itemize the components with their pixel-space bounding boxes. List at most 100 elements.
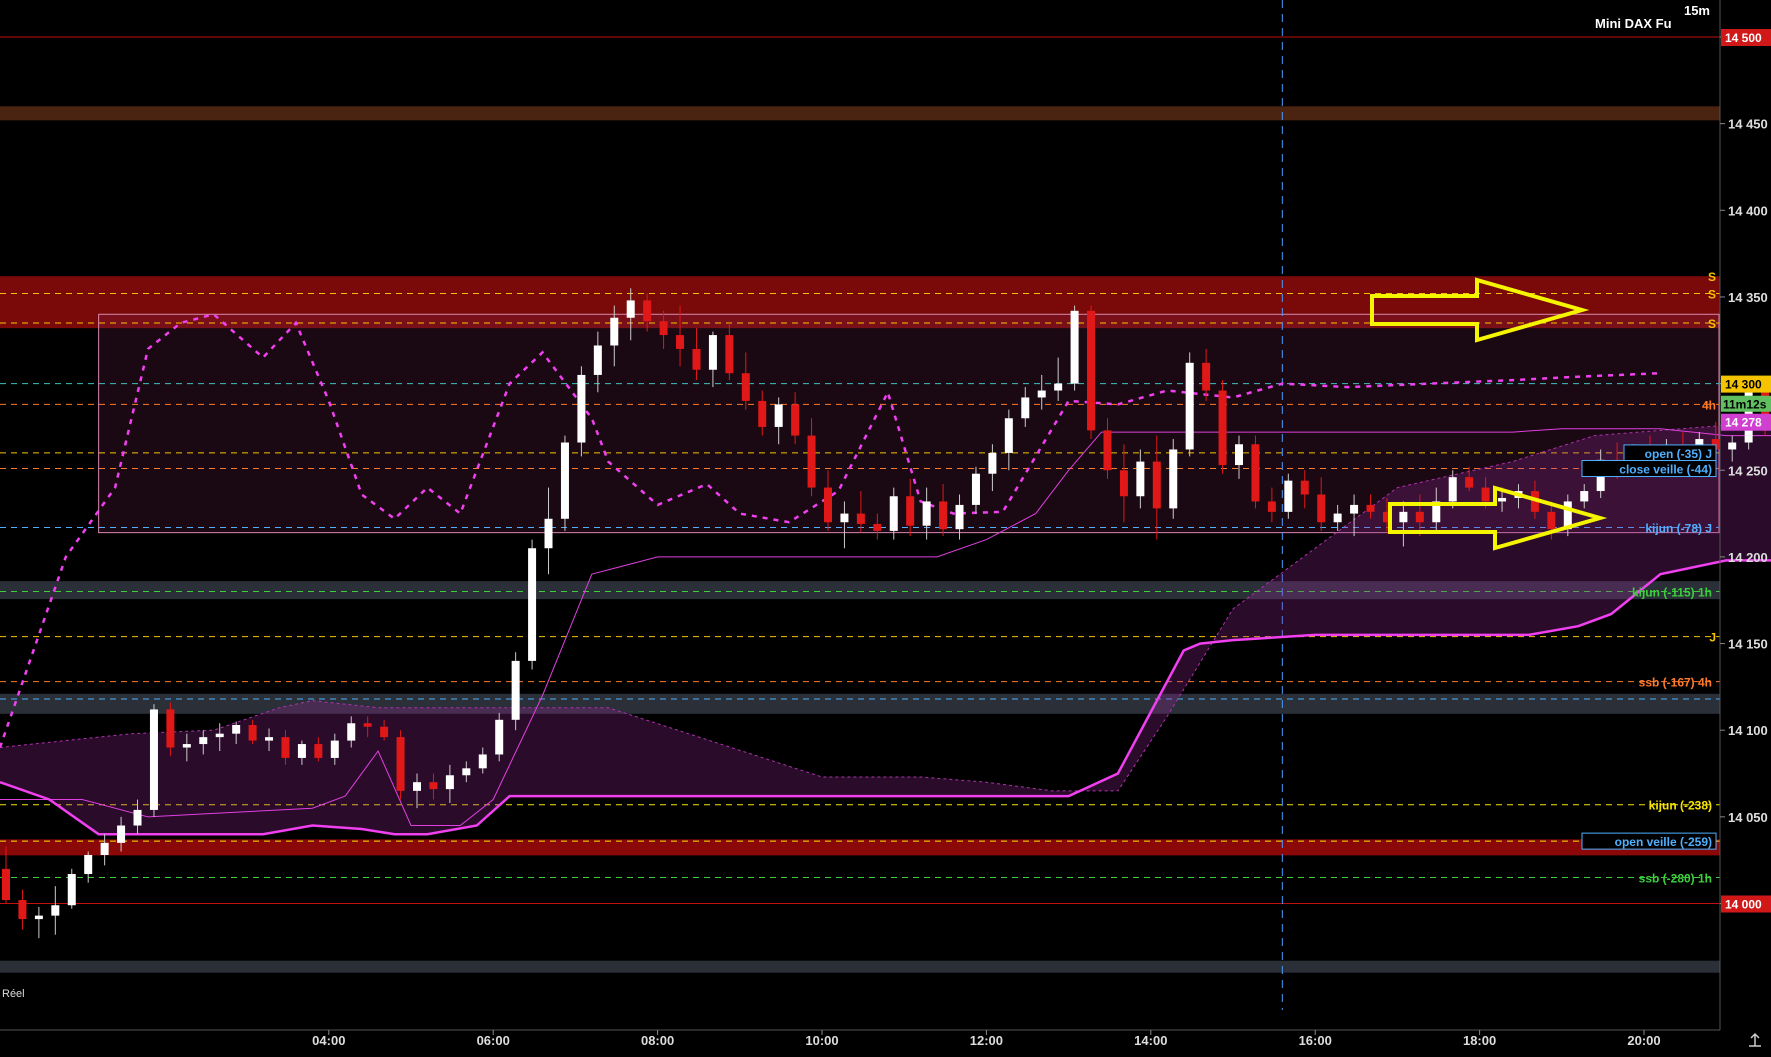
candle [495,712,504,762]
candle-body [413,782,421,791]
candle [1251,435,1260,509]
candle-body [117,825,126,843]
candle [1087,305,1096,440]
candle [84,851,93,883]
candle-body [1399,511,1408,523]
x-tick-label: 16:00 [1299,1033,1332,1048]
candle-body [199,737,208,745]
candle-body [791,404,800,436]
candle-body [396,737,405,791]
candle [51,886,60,935]
level-label: ssb (-167) 4h [1639,676,1712,690]
candle-body [1037,390,1046,398]
support-zone [0,839,1720,856]
candle-body [347,723,356,741]
level-label: close veille (-44) [1619,463,1712,477]
candle-body [840,513,849,523]
candle-body [643,300,652,322]
level-label: kijun (-115) 1h [1632,586,1712,600]
trading-chart[interactable]: open J14 500 14 450 14 400 14 350 14 300 14 2… [0,0,1771,1052]
candle-body [1317,494,1326,523]
candle-body [1004,418,1013,453]
level-label: open (-35) J [1645,447,1712,461]
candle-body [330,740,339,758]
candle-body [1136,461,1145,497]
candle-body [1448,477,1457,502]
candle-body [626,300,635,318]
level-label: open veille (-259) [1615,835,1712,849]
candle-body [807,435,816,488]
resize-icon[interactable] [1745,1030,1765,1050]
candle [528,539,537,670]
candle-body [1235,444,1243,466]
candle-body [380,726,389,738]
candle-body [2,868,10,901]
level-label: kijun (-238) [1649,799,1712,813]
candle-body [67,874,76,906]
price-tag-label: 14 500 [1725,31,1762,45]
candle-body [478,754,487,769]
candle-body [676,335,685,349]
candle-body [1202,362,1211,391]
plot-area: open J [0,0,1771,1010]
candle [1185,352,1194,457]
candle-body [922,501,931,526]
price-chart-canvas[interactable]: open J14 500 14 450 14 400 14 350 14 300 14 2… [0,0,1771,1052]
candle-body [445,775,454,790]
candle-body [1481,487,1490,502]
candle [1218,380,1227,474]
candle [511,652,520,731]
candle-body [34,915,43,920]
candle-body [939,501,948,530]
y-tick-label: 14 250 [1728,463,1768,478]
candle [1169,439,1178,519]
candle-body [1498,497,1507,502]
candle-body [758,400,767,427]
candle-body [889,496,898,531]
candle-body [528,548,537,661]
candle-body [1300,480,1309,495]
candle-body [215,733,224,738]
candle-body [1333,513,1342,523]
price-tag-label: 14 300 [1725,378,1762,392]
x-tick-label: 12:00 [970,1033,1003,1048]
candle-body [511,660,520,720]
candle-body [265,737,274,741]
candle-body [544,518,553,549]
candle-body [708,335,717,370]
x-tick-label: 08:00 [641,1033,674,1048]
candle [149,704,158,817]
candle-body [18,900,27,920]
candle-body [856,513,865,524]
candle-body [84,854,93,875]
support-zone [0,960,1720,973]
candle [396,730,405,800]
candle [560,435,569,531]
price-tag-label: 14 000 [1725,898,1762,912]
y-tick-label: 14 200 [1728,550,1768,565]
y-tick-label: 14 350 [1728,290,1768,305]
candle-body [182,744,191,748]
support-zone [0,693,1720,714]
candle-body [1152,461,1161,509]
level-label: kijun (-78) J [1645,521,1712,535]
level-marker: S [1708,270,1716,284]
candle-body [955,504,964,530]
timeframe-label: 15m [1684,3,1710,18]
level-marker: S [1708,317,1716,331]
candle-body [1021,397,1030,419]
candle-body [774,404,783,427]
candle [1070,305,1079,391]
price-tag-label: 14 278 [1725,416,1762,430]
candle-body [51,905,60,916]
candle-body [314,744,323,758]
candle-body [1185,362,1194,450]
candle-body [232,725,241,734]
level-marker: J [1709,631,1716,645]
candle-body [1218,390,1227,466]
candle-body [495,719,504,755]
y-tick-label: 14 400 [1728,203,1768,218]
countdown-label: 11m12s [1723,398,1767,412]
candle-body [1728,442,1737,450]
candle-body [1465,477,1474,488]
